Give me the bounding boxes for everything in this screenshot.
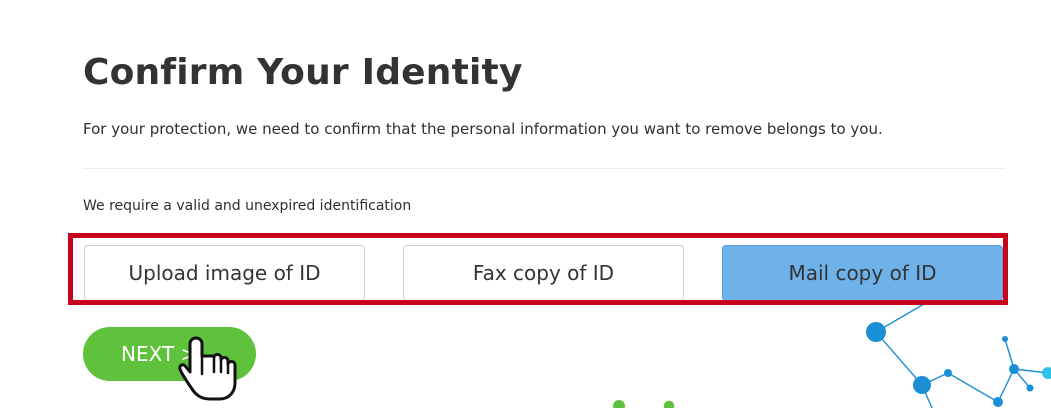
mail-copy-of-id-button[interactable]: Mail copy of ID (722, 245, 1003, 301)
hand-pointer-icon (178, 336, 237, 401)
requirement-text: We require a valid and unexpired identif… (83, 198, 412, 214)
upload-image-of-id-button[interactable]: Upload image of ID (84, 245, 365, 301)
divider (83, 168, 1005, 169)
fax-copy-of-id-button[interactable]: Fax copy of ID (403, 245, 684, 301)
page-title: Confirm Your Identity (83, 52, 523, 93)
intro-text: For your protection, we need to confirm … (83, 120, 883, 138)
confirm-identity-page: Confirm Your Identity For your protectio… (0, 0, 1051, 408)
